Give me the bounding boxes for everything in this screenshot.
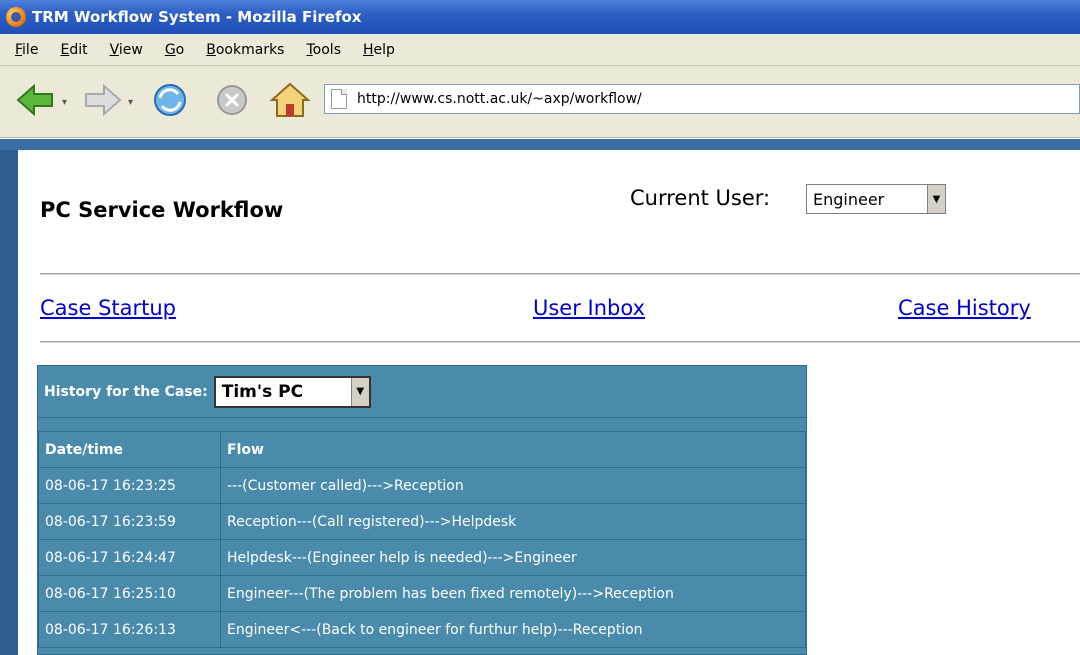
forward-button[interactable] xyxy=(80,78,124,122)
user-inbox-link[interactable]: User Inbox xyxy=(533,296,645,320)
history-label: History for the Case: xyxy=(44,383,208,400)
window-title: TRM Workflow System - Mozilla Firefox xyxy=(32,8,362,26)
case-select-value: Tim's PC xyxy=(221,381,304,402)
menu-bookmarks[interactable]: Bookmarks xyxy=(195,42,295,58)
title-bar: TRM Workflow System - Mozilla Firefox xyxy=(0,0,1080,34)
page-content: PC Service Workflow Current User: Engine… xyxy=(18,150,1080,655)
table-row: 08-06-17 16:25:10 Engineer---(The proble… xyxy=(38,575,806,612)
address-bar[interactable]: http://www.cs.nott.ac.uk/~axp/workflow/ xyxy=(324,84,1080,114)
chevron-down-icon: ▼ xyxy=(350,377,369,406)
case-history-link[interactable]: Case History xyxy=(898,296,1031,320)
history-table: Date/time Flow 08-06-17 16:23:25 ---(Cus… xyxy=(38,431,806,648)
back-arrow-icon xyxy=(16,83,53,117)
row-flow: Engineer<---(Back to engineer for furthu… xyxy=(220,611,806,648)
case-history-header: History for the Case: Tim's PC ▼ xyxy=(38,366,806,418)
current-user-select[interactable]: Engineer ▼ xyxy=(806,184,946,214)
row-flow: ---(Customer called)--->Reception xyxy=(220,467,806,504)
row-flow: Engineer---(The problem has been fixed r… xyxy=(220,575,806,612)
column-header-flow: Flow xyxy=(220,431,806,468)
menu-bar: File Edit View Go Bookmarks Tools Help xyxy=(0,34,1080,66)
table-header-row: Date/time Flow xyxy=(38,431,806,468)
stop-icon xyxy=(217,85,247,115)
current-user-label: Current User: xyxy=(630,186,771,210)
row-datetime: 08-06-17 16:24:47 xyxy=(38,539,221,576)
content-frame-top xyxy=(0,139,1080,150)
table-row: 08-06-17 16:23:59 Reception---(Call regi… xyxy=(38,503,806,540)
back-dropdown-icon[interactable]: ▾ xyxy=(62,97,74,109)
row-datetime: 08-06-17 16:25:10 xyxy=(38,575,221,612)
row-flow: Reception---(Call registered)--->Helpdes… xyxy=(220,503,806,540)
table-row: 08-06-17 16:24:47 Helpdesk---(Engineer h… xyxy=(38,539,806,576)
page-icon xyxy=(331,89,347,109)
column-header-datetime: Date/time xyxy=(38,431,221,468)
row-datetime: 08-06-17 16:26:13 xyxy=(38,611,221,648)
navigation-toolbar: ▾ ▾ http://www.cs.nott.ac.uk/~axp/workfl… xyxy=(0,66,1080,138)
menu-edit[interactable]: Edit xyxy=(49,42,98,58)
row-datetime: 08-06-17 16:23:25 xyxy=(38,467,221,504)
table-row: 08-06-17 16:26:13 Engineer<---(Back to e… xyxy=(38,611,806,648)
menu-go[interactable]: Go xyxy=(154,42,195,58)
menu-help[interactable]: Help xyxy=(352,42,406,58)
menu-file[interactable]: File xyxy=(4,42,49,58)
case-history-panel: History for the Case: Tim's PC ▼ Date/ti… xyxy=(37,365,807,655)
current-user-value: Engineer xyxy=(813,189,885,209)
firefox-icon xyxy=(6,7,26,27)
address-url: http://www.cs.nott.ac.uk/~axp/workflow/ xyxy=(357,91,642,107)
home-button[interactable] xyxy=(268,78,312,122)
row-flow: Helpdesk---(Engineer help is needed)--->… xyxy=(220,539,806,576)
table-row: 08-06-17 16:23:25 ---(Customer called)--… xyxy=(38,467,806,504)
home-icon xyxy=(269,82,311,117)
case-select[interactable]: Tim's PC ▼ xyxy=(213,375,371,408)
divider xyxy=(40,341,1080,343)
page-title: PC Service Workflow xyxy=(40,198,284,222)
divider xyxy=(40,273,1080,275)
menu-view[interactable]: View xyxy=(99,42,154,58)
row-datetime: 08-06-17 16:23:59 xyxy=(38,503,221,540)
reload-icon xyxy=(154,84,186,116)
menu-tools[interactable]: Tools xyxy=(295,42,352,58)
forward-arrow-icon xyxy=(85,83,122,117)
case-startup-link[interactable]: Case Startup xyxy=(40,296,176,320)
forward-dropdown-icon[interactable]: ▾ xyxy=(128,97,140,109)
back-button[interactable] xyxy=(14,78,58,122)
stop-button[interactable] xyxy=(210,78,254,122)
chevron-down-icon: ▼ xyxy=(927,185,945,213)
reload-button[interactable] xyxy=(148,78,192,122)
